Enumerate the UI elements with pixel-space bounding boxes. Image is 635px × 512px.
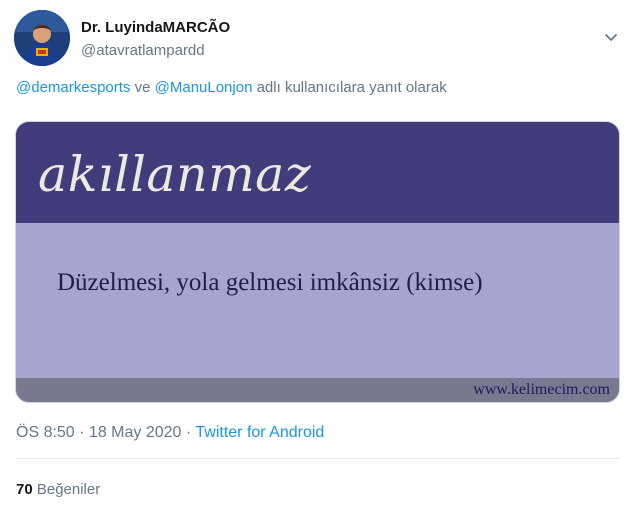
divider [15,458,620,459]
reply-context: @demarkesports ve @ManuLonjon adlı kulla… [16,79,447,96]
media-card[interactable]: akıllanmaz Düzelmesi, yola gelmesi imkân… [15,121,620,403]
meta-separator: · [74,424,89,441]
tweet-time[interactable]: ÖS 8:50 [16,424,75,441]
meta-separator: · [181,424,196,441]
reply-connector: ve [130,79,155,96]
likes-label: Beğeniler [32,481,101,498]
author-avatar[interactable] [14,10,70,66]
likes-count: 70 [16,481,33,498]
tweet-meta: ÖS 8:50 · 18 May 2020 · Twitter for Andr… [16,424,324,442]
mention-link-demarkesports[interactable]: @demarkesports [16,79,130,96]
author-handle[interactable]: @atavratlampardd [81,42,205,59]
card-definition: Düzelmesi, yola gelmesi imkânsiz (kimse) [57,269,483,296]
reply-suffix: adlı kullanıcılara yanıt olarak [252,79,447,96]
chevron-down-icon[interactable] [602,28,620,46]
tweet-date[interactable]: 18 May 2020 [89,424,182,441]
card-body [16,223,619,378]
avatar-photo [14,10,70,66]
tweet-source-link[interactable]: Twitter for Android [195,424,324,441]
card-url: www.kelimecim.com [473,381,610,398]
likes-stat[interactable]: 70 Beğeniler [16,481,100,498]
card-word: akıllanmaz [38,146,312,203]
mention-link-manulonjon[interactable]: @ManuLonjon [155,79,253,96]
author-name[interactable]: Dr. LuyindaMARCÃO [81,19,230,36]
